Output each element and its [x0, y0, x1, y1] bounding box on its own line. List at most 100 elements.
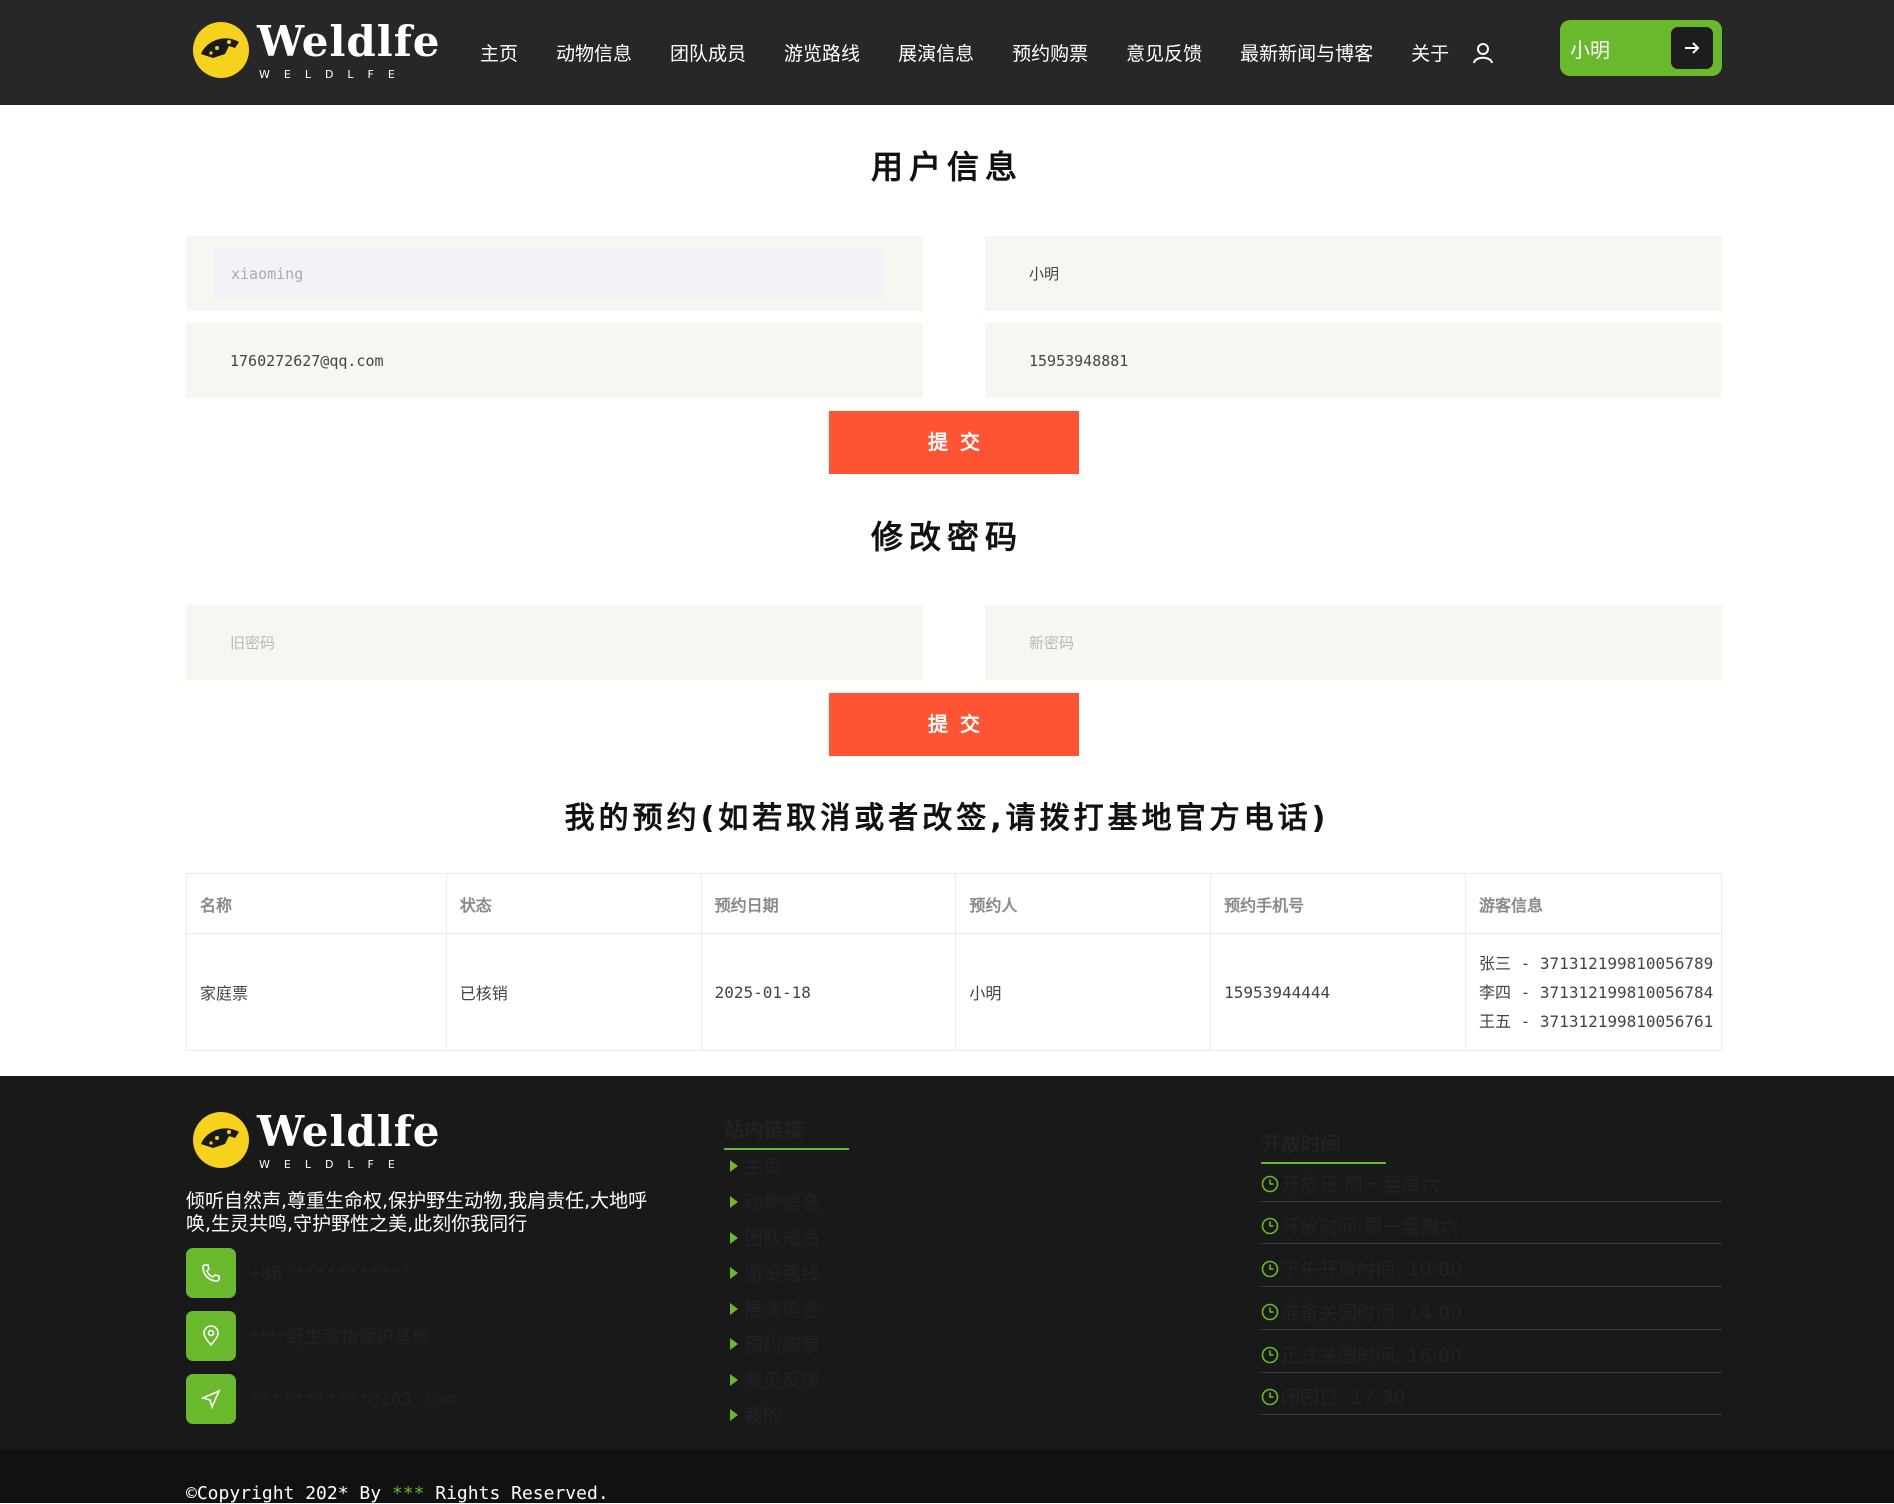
- footer-link-tickets[interactable]: 预约购票: [730, 1330, 820, 1357]
- header-date: 预约日期: [700, 873, 957, 934]
- clock-icon: [1261, 1346, 1279, 1363]
- send-icon: [186, 1374, 236, 1424]
- nav-item-team[interactable]: 团队成员: [670, 39, 746, 66]
- site-links-heading: 站内链接: [724, 1114, 849, 1150]
- new-password-field[interactable]: [985, 605, 1722, 680]
- nav-item-feedback[interactable]: 意见反馈: [1126, 39, 1202, 66]
- header-person: 预约人: [955, 873, 1212, 934]
- hours-text: 正式关园时间: 16:00: [1281, 1345, 1463, 1367]
- top-header: Weldlfe WELDLFE 主页 动物信息 团队成员 游览路线 展演信息 预…: [0, 0, 1894, 105]
- header-name: 名称: [186, 873, 447, 934]
- brand-subtitle: WELDLFE: [259, 68, 409, 81]
- email-field[interactable]: [186, 323, 923, 398]
- footer-link-feedback[interactable]: 意见反馈: [730, 1366, 820, 1393]
- nav-item-home[interactable]: 主页: [480, 39, 518, 66]
- footer-brand-subtitle: WELDLFE: [259, 1158, 409, 1171]
- footer-link-label: 意见反馈: [744, 1370, 821, 1392]
- table-header-row: 名称 状态 预约日期 预约人 预约手机号 游客信息: [186, 873, 1722, 934]
- nav-item-tickets[interactable]: 预约购票: [1012, 39, 1088, 66]
- footer-link-routes[interactable]: 游览路线: [730, 1259, 820, 1286]
- header-status: 状态: [445, 873, 702, 934]
- site-links-heading-text: 站内链接: [724, 1118, 804, 1142]
- copyright-accent: ***: [391, 1483, 425, 1504]
- nickname-input[interactable]: [985, 236, 1722, 311]
- header-visitors: 游客信息: [1465, 873, 1722, 934]
- triangle-right-icon: [730, 1231, 738, 1244]
- nav-item-shows[interactable]: 展演信息: [898, 39, 974, 66]
- heading-underline: [1261, 1162, 1386, 1164]
- hours-text: 开放日:周一至周六: [1281, 1174, 1440, 1196]
- triangle-right-icon: [730, 1408, 738, 1421]
- leopard-logo-icon: [193, 22, 249, 78]
- clock-icon: [1261, 1388, 1279, 1405]
- footer-link-label: 游览路线: [744, 1263, 821, 1285]
- footer-link-label: 展演信息: [744, 1299, 821, 1321]
- header-phone: 预约手机号: [1210, 873, 1467, 934]
- user-account-label: 小明: [1570, 37, 1610, 62]
- hours-item: 闭园日: 17:30: [1261, 1383, 1722, 1415]
- footer-link-animals[interactable]: 动物信息: [730, 1188, 820, 1215]
- clock-icon: [1261, 1303, 1279, 1320]
- hours-item: 开放时间:周一至周六: [1261, 1212, 1722, 1244]
- phone-input[interactable]: [985, 323, 1722, 398]
- clock-icon: [1261, 1175, 1279, 1192]
- triangle-right-icon: [730, 1337, 738, 1350]
- hours-item: 准备关园时间: 14:00: [1261, 1298, 1722, 1330]
- opening-hours-heading: 开放时间: [1261, 1128, 1386, 1164]
- footer-link-label: 动物信息: [744, 1192, 821, 1214]
- user-icon[interactable]: [1471, 41, 1495, 65]
- triangle-right-icon: [730, 1266, 738, 1279]
- triangle-right-icon: [730, 1302, 738, 1315]
- brand-title: Weldlfe: [257, 17, 441, 66]
- visitor-line: 李四 - 371312199810056784: [1479, 982, 1714, 1002]
- new-password-input[interactable]: [985, 605, 1722, 680]
- reservations-table: 名称 状态 预约日期 预约人 预约手机号 游客信息 家庭票 已核销 2025-0…: [186, 873, 1722, 1051]
- email-input[interactable]: [186, 323, 923, 398]
- nav-item-news[interactable]: 最新新闻与博客: [1240, 39, 1373, 66]
- footer-link-label: 预约购票: [744, 1334, 821, 1356]
- nav-item-routes[interactable]: 游览路线: [784, 39, 860, 66]
- table-row: 家庭票 已核销 2025-01-18 小明 15953944444 张三 - 3…: [186, 933, 1722, 1051]
- user-info-submit-button[interactable]: 提交: [829, 411, 1079, 474]
- cell-name: 家庭票: [186, 933, 447, 1051]
- footer-link-home[interactable]: 主页: [730, 1152, 782, 1179]
- hours-text: 下午开放时间: 10:00: [1281, 1259, 1463, 1281]
- hours-text: 开放时间:周一至周六: [1281, 1216, 1459, 1238]
- hours-item: 下午开放时间: 10:00: [1261, 1255, 1722, 1287]
- reservations-title: 我的预约(如若取消或者改签,请拨打基地官方电话): [564, 801, 1330, 836]
- copyright-text: ©Copyright 202* By *** Rights Reserved.: [186, 1483, 609, 1504]
- cell-person: 小明: [955, 933, 1212, 1051]
- nav-item-about[interactable]: 关于: [1411, 39, 1449, 66]
- clock-icon: [1261, 1217, 1279, 1234]
- footer-brand-logo[interactable]: Weldlfe WELDLFE: [193, 1108, 441, 1171]
- contact-email: ***********@163.com: [186, 1374, 456, 1424]
- arrow-right-icon: [1671, 27, 1713, 69]
- hours-item: 开放日:周一至周六: [1261, 1170, 1722, 1202]
- password-title: 修改密码: [870, 518, 1023, 556]
- hours-text: 准备关园时间: 14:00: [1281, 1302, 1463, 1324]
- user-account-button[interactable]: 小明: [1560, 20, 1722, 76]
- nav-item-animals[interactable]: 动物信息: [556, 39, 632, 66]
- phone-field[interactable]: [985, 323, 1722, 398]
- contact-email-text: ***********@163.com: [250, 1388, 456, 1410]
- visitor-line: 张三 - 371312199810056789: [1479, 953, 1714, 973]
- password-submit-button[interactable]: 提交: [829, 693, 1079, 756]
- copyright-suffix: Rights Reserved.: [424, 1483, 609, 1504]
- phone-icon: [186, 1248, 236, 1298]
- main-nav: 主页 动物信息 团队成员 游览路线 展演信息 预约购票 意见反馈 最新新闻与博客…: [480, 0, 1523, 105]
- footer-link-mine[interactable]: 我的: [730, 1401, 782, 1428]
- opening-hours-heading-text: 开放时间: [1261, 1132, 1341, 1156]
- copyright-prefix: ©Copyright 202* By: [186, 1483, 392, 1504]
- nickname-field[interactable]: [985, 236, 1722, 311]
- heading-underline: [724, 1148, 849, 1150]
- old-password-field[interactable]: [186, 605, 923, 680]
- footer-link-team[interactable]: 团队成员: [730, 1224, 820, 1251]
- footer-link-shows[interactable]: 展演信息: [730, 1295, 820, 1322]
- triangle-right-icon: [730, 1195, 738, 1208]
- footer-description: 倾听自然声,尊重生命权,保护野生动物,我肩责任,大地呼唤,生灵共鸣,守护野性之美…: [186, 1190, 648, 1235]
- old-password-input[interactable]: [186, 605, 923, 680]
- username-readonly: xiaoming: [213, 249, 884, 299]
- brand-logo[interactable]: Weldlfe WELDLFE: [193, 18, 441, 81]
- footer-link-label: 团队成员: [744, 1228, 821, 1250]
- cell-phone: 15953944444: [1210, 933, 1467, 1051]
